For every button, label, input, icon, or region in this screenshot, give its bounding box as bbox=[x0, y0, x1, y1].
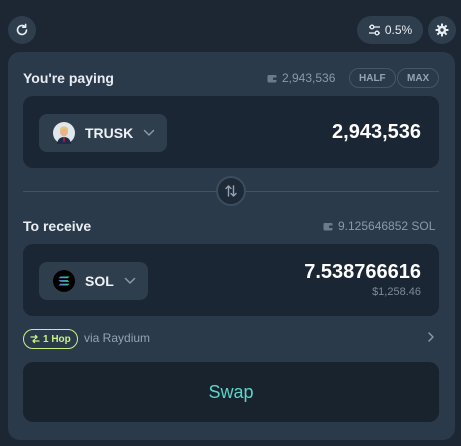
paying-token-name: TRUSK bbox=[85, 125, 134, 141]
receive-balance-value: 9.125646852 SOL bbox=[338, 219, 436, 233]
paying-label: You're paying bbox=[23, 70, 114, 86]
swap-arrows-icon bbox=[225, 185, 237, 197]
refresh-button[interactable] bbox=[8, 16, 36, 44]
route-via-text: via Raydium bbox=[84, 331, 151, 345]
paying-input-box: TRUSK 2,943,536 bbox=[23, 96, 439, 168]
receive-token-name: SOL bbox=[85, 273, 114, 289]
paying-amount[interactable]: 2,943,536 bbox=[332, 121, 421, 144]
swap-button[interactable]: Swap bbox=[23, 362, 439, 422]
switch-direction-button[interactable] bbox=[216, 176, 246, 206]
receive-usd-value: $1,258.46 bbox=[372, 286, 421, 298]
trusk-token-icon bbox=[53, 122, 75, 144]
paying-balance-value: 2,943,536 bbox=[282, 71, 336, 85]
receive-output-box: SOL 7.538766616 $1,258.46 bbox=[23, 244, 439, 316]
chevron-down-icon bbox=[143, 129, 155, 136]
route-icon bbox=[30, 334, 40, 344]
receive-balance: 9.125646852 SOL bbox=[323, 219, 435, 233]
route-hop-badge[interactable]: 1 Hop bbox=[23, 329, 78, 349]
receive-amount: 7.538766616 bbox=[304, 261, 421, 283]
paying-balance: 2,943,536 bbox=[267, 71, 335, 85]
half-button[interactable]: HALF bbox=[349, 68, 396, 88]
max-button[interactable]: MAX bbox=[397, 68, 440, 88]
slippage-button[interactable]: 0.5% bbox=[357, 16, 423, 44]
refresh-icon bbox=[16, 23, 28, 36]
wallet-icon bbox=[323, 222, 333, 230]
gear-icon bbox=[435, 23, 449, 37]
sliders-icon bbox=[368, 24, 380, 36]
receive-label: To receive bbox=[23, 218, 92, 234]
slippage-value: 0.5% bbox=[384, 23, 413, 37]
chevron-right-icon[interactable] bbox=[427, 331, 435, 343]
chevron-down-icon bbox=[124, 277, 136, 284]
settings-button[interactable] bbox=[428, 16, 456, 44]
wallet-icon bbox=[267, 74, 277, 82]
sol-token-icon bbox=[53, 270, 75, 292]
route-hop-count: 1 Hop bbox=[43, 333, 71, 345]
receive-token-select[interactable]: SOL bbox=[39, 262, 148, 300]
paying-token-select[interactable]: TRUSK bbox=[39, 114, 168, 152]
